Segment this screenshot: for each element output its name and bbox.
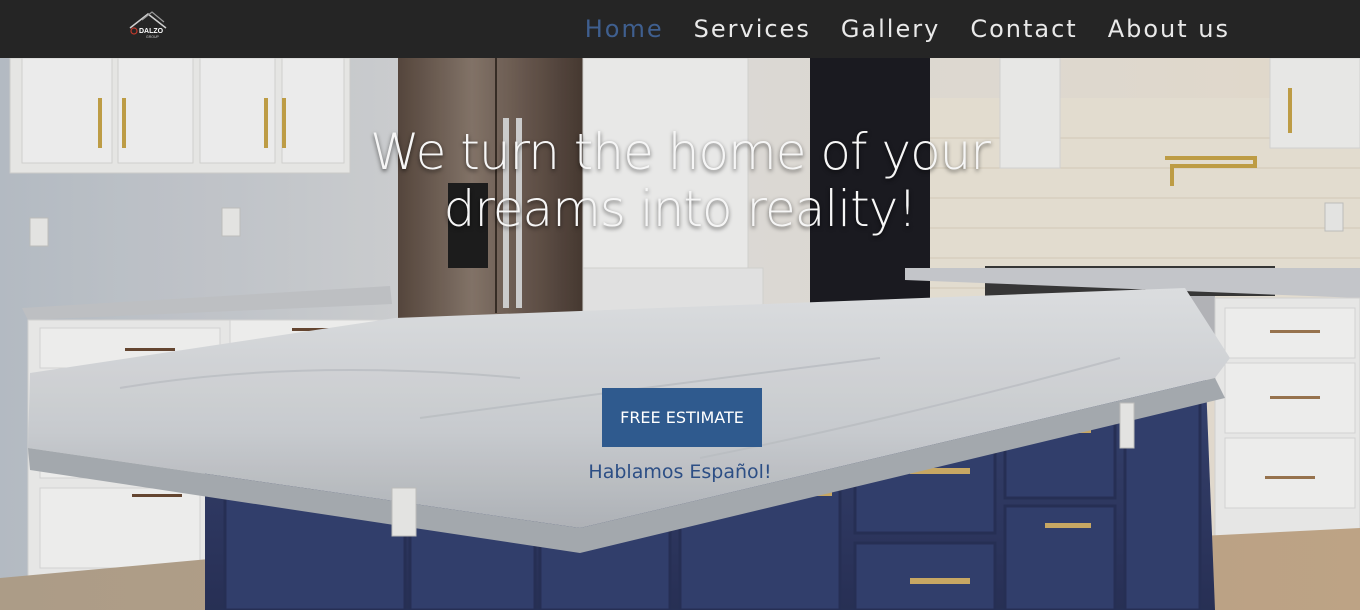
house-logo-icon: DALZO GROUP <box>129 11 167 39</box>
hero-headline: We turn the home of your dreams into rea… <box>370 123 991 238</box>
nav-about-us[interactable]: About us <box>1108 15 1230 43</box>
free-estimate-button[interactable]: FREE ESTIMATE <box>602 388 762 447</box>
nav-services[interactable]: Services <box>694 15 811 43</box>
logo-text: DALZO <box>139 28 164 35</box>
logo-subtext: GROUP <box>146 35 160 39</box>
site-header: DALZO GROUP Home Services Gallery Contac… <box>0 0 1360 58</box>
main-nav: Home Services Gallery Contact About us <box>585 0 1230 58</box>
hero-section: We turn the home of your dreams into rea… <box>0 58 1360 610</box>
nav-gallery[interactable]: Gallery <box>841 15 940 43</box>
dalzo-logo[interactable]: DALZO GROUP <box>126 10 170 42</box>
nav-home[interactable]: Home <box>585 15 664 43</box>
nav-contact[interactable]: Contact <box>970 15 1077 43</box>
hablamos-espanol-text: Hablamos Español! <box>588 461 772 483</box>
